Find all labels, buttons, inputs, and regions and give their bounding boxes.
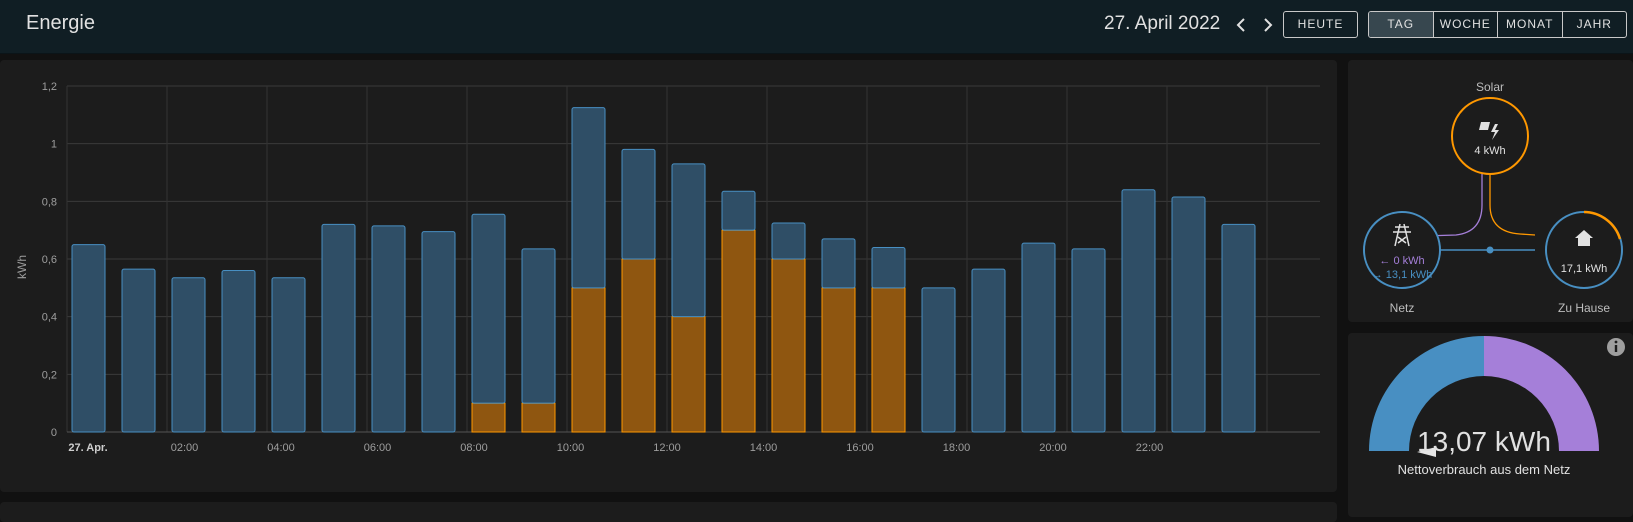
period-selector: TAG WOCHE MONAT JAHR: [1368, 11, 1627, 38]
y-tick-label: 0,4: [42, 312, 57, 324]
grid-bar[interactable]: [121, 268, 156, 433]
grid-bar[interactable]: [171, 277, 206, 433]
x-tick-label: 04:00: [267, 442, 295, 454]
grid-bar[interactable]: [721, 190, 756, 231]
grid-bar[interactable]: [1121, 189, 1156, 433]
grid-bar[interactable]: [71, 244, 106, 433]
x-tick-label: 06:00: [364, 442, 392, 454]
grid-bar[interactable]: [771, 222, 806, 260]
y-axis-label: kWh: [15, 255, 29, 279]
grid-bar[interactable]: [1021, 242, 1056, 433]
period-day-button[interactable]: TAG: [1369, 12, 1433, 37]
grid-bar[interactable]: [1171, 196, 1206, 433]
gauge-value: 13,07 kWh: [1417, 426, 1551, 457]
energy-usage-chart-card: 1,2 1 0,8 0,6 0,4 0,2 0 27. Apr. 02:00 04:00 06:0…: [0, 60, 1337, 492]
grid-label: Netz: [1390, 301, 1415, 315]
energy-usage-chart: 1,2 1 0,8 0,6 0,4 0,2 0 27. Apr. 02:00 04:00 06:0…: [15, 81, 1320, 454]
x-tick-label: 16:00: [846, 442, 874, 454]
x-tick-label: 08:00: [460, 442, 488, 454]
grid-consumption-value: → 13,1 kWh: [1372, 269, 1433, 281]
net-consumption-gauge: 13,07 kWh Nettoverbrauch aus dem Netz: [1369, 336, 1625, 477]
solar-bar[interactable]: [721, 229, 756, 433]
x-tick-label: 10:00: [557, 442, 585, 454]
grid-neutrality-gauge-card: 13,07 kWh Nettoverbrauch aus dem Netz: [1348, 333, 1633, 517]
grid-bar[interactable]: [221, 270, 256, 433]
grid-bar[interactable]: [1221, 223, 1256, 433]
y-tick-label: 1: [51, 139, 57, 151]
solar-value: 4 kWh: [1474, 145, 1505, 157]
flow-dot: [1486, 246, 1494, 254]
energy-flow-diagram: Solar 4 kWh ← 0 kWh → 13,1 kWh Netz 17,1…: [1363, 80, 1623, 315]
grid-bar[interactable]: [571, 107, 606, 289]
x-tick-label: 12:00: [653, 442, 681, 454]
top-app-bar: Energie 27. April 2022 HEUTE TAG WOCHE M…: [0, 0, 1633, 54]
solar-bar[interactable]: [671, 316, 706, 433]
solar-label: Solar: [1476, 80, 1504, 94]
today-button[interactable]: HEUTE: [1283, 11, 1358, 38]
period-week-button[interactable]: WOCHE: [1432, 12, 1498, 37]
x-tick-label: 22:00: [1136, 442, 1164, 454]
grid-bar[interactable]: [971, 268, 1006, 433]
home-label: Zu Hause: [1558, 301, 1610, 315]
y-tick-label: 0: [51, 427, 57, 439]
grid-bar[interactable]: [421, 231, 456, 433]
grid-bar[interactable]: [871, 246, 906, 289]
solar-bar[interactable]: [571, 287, 606, 433]
grid-bar[interactable]: [371, 225, 406, 433]
grid-bar[interactable]: [521, 248, 556, 404]
solar-bar[interactable]: [471, 402, 506, 433]
grid-bar[interactable]: [321, 223, 356, 433]
gauge-label: Nettoverbrauch aus dem Netz: [1398, 462, 1571, 477]
date-label: 27. April 2022: [1104, 13, 1221, 34]
solar-node[interactable]: [1451, 97, 1529, 175]
solar-bar[interactable]: [621, 258, 656, 433]
grid-bar[interactable]: [1071, 248, 1106, 433]
x-tick-label: 20:00: [1039, 442, 1067, 454]
grid-bar[interactable]: [921, 287, 956, 433]
grid-bar[interactable]: [621, 148, 656, 260]
period-month-button[interactable]: MONAT: [1497, 12, 1562, 37]
y-tick-label: 0,8: [42, 196, 57, 208]
next-card: [0, 502, 1337, 522]
energy-distribution-card: Solar 4 kWh ← 0 kWh → 13,1 kWh Netz 17,1…: [1348, 60, 1633, 322]
home-value: 17,1 kWh: [1561, 263, 1607, 275]
grid-bar[interactable]: [471, 213, 506, 404]
y-tick-label: 0,2: [42, 369, 57, 381]
chevron-left-icon[interactable]: [1232, 14, 1250, 36]
chevron-right-icon[interactable]: [1259, 14, 1277, 36]
solar-bar[interactable]: [521, 402, 556, 433]
y-tick-label: 1,2: [42, 81, 57, 93]
solar-bar[interactable]: [771, 258, 806, 433]
grid-bar[interactable]: [821, 238, 856, 289]
solar-bar[interactable]: [821, 287, 856, 433]
grid-bar[interactable]: [671, 163, 706, 318]
x-tick-label: 14:00: [750, 442, 778, 454]
x-tick-label: 02:00: [171, 442, 199, 454]
solar-bar[interactable]: [871, 287, 906, 433]
solar-to-home-line: [1489, 174, 1536, 236]
y-tick-label: 0,6: [42, 254, 57, 266]
x-tick-label: 18:00: [943, 442, 971, 454]
grid-return-value: ← 0 kWh: [1379, 255, 1424, 267]
info-icon[interactable]: [1607, 338, 1625, 356]
grid-bar[interactable]: [271, 277, 306, 433]
page-title: Energie: [26, 12, 95, 34]
x-tick-label: 27. Apr.: [68, 442, 107, 454]
period-year-button[interactable]: JAHR: [1561, 12, 1627, 37]
